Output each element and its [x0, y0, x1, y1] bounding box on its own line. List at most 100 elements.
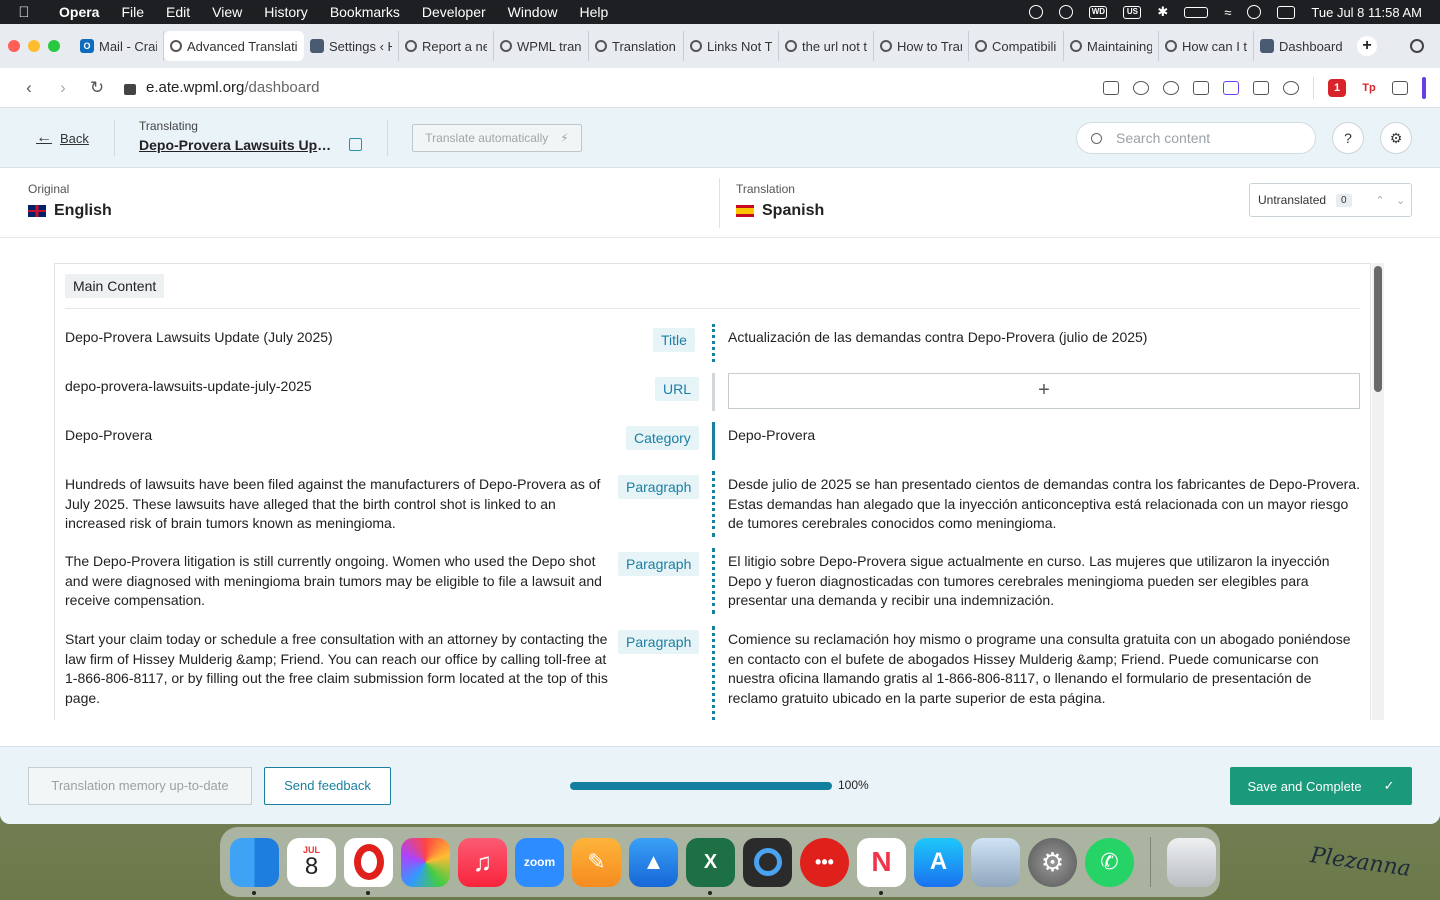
settings-button[interactable]: ⚙ [1380, 122, 1412, 154]
cube-icon[interactable] [1392, 80, 1408, 95]
tab-maintaining[interactable]: Maintaining [1064, 31, 1159, 61]
save-and-complete-button[interactable]: Save and Complete ✓ [1230, 767, 1412, 805]
translate-automatically-button[interactable]: Translate automatically ⚡ [412, 124, 582, 152]
wpml-icon [1070, 40, 1082, 52]
tag-icon[interactable] [1223, 80, 1239, 95]
macos-menubar:  Opera File Edit View History Bookmarks… [0, 0, 1440, 24]
menu-bookmarks[interactable]: Bookmarks [319, 4, 411, 20]
zoom-icon[interactable]: zoom [515, 837, 564, 887]
tab-url-not[interactable]: the url not t [779, 31, 874, 61]
news-icon[interactable]: N [857, 837, 906, 895]
whatsapp-icon[interactable]: ✆ [1085, 837, 1134, 887]
document-title-link[interactable]: Depo-Provera Lawsuits Update (July 2025) [139, 137, 339, 153]
wpml-icon [405, 40, 417, 52]
dashboard-icon [1260, 39, 1274, 53]
menu-lines-icon[interactable] [1253, 80, 1269, 95]
untranslated-filter[interactable]: Untranslated 0 ⌃ ⌄ [1249, 183, 1412, 217]
status-icons: WD US ✱ ≈ Tue Jul 8 11:58 AM [1029, 4, 1440, 20]
target-text[interactable]: Desde julio de 2025 se han presentado ci… [728, 475, 1360, 534]
tab-advanced-translation[interactable]: Advanced Translatio [164, 31, 304, 61]
music-icon[interactable]: ♫ [458, 837, 507, 887]
source-text: Depo-Provera Lawsuits Update (July 2025) [65, 329, 333, 345]
scrollbar-thumb[interactable] [1374, 266, 1382, 392]
chevron-up-icon[interactable]: ⌃ [1370, 194, 1391, 207]
menu-app[interactable]: Opera [48, 4, 110, 20]
browser-window: OMail - Craig Advanced Translatio Settin… [0, 24, 1440, 824]
system-settings-icon[interactable]: ⚙ [1028, 837, 1077, 887]
wd-icon[interactable]: WD [1089, 5, 1108, 19]
search-input[interactable]: Search content [1076, 122, 1316, 154]
opera-icon[interactable] [344, 837, 393, 895]
tab-compatibility[interactable]: Compatibili [969, 31, 1064, 61]
menu-edit[interactable]: Edit [155, 4, 201, 20]
window-controls [8, 40, 60, 52]
preview-icon[interactable] [971, 837, 1020, 887]
target-text[interactable]: El litigio sobre Depo-Provera sigue actu… [728, 552, 1360, 611]
keynote-icon[interactable]: ▲ [629, 837, 678, 887]
send-feedback-button[interactable]: Send feedback [264, 767, 391, 805]
tab-translation[interactable]: Translation [589, 31, 684, 61]
menu-developer[interactable]: Developer [411, 4, 497, 20]
zoom-window-button[interactable] [48, 40, 60, 52]
trash-icon[interactable] [1167, 837, 1216, 887]
photos-icon[interactable] [401, 837, 450, 887]
add-translation-button[interactable]: + [728, 373, 1360, 409]
calendar-icon[interactable]: JUL 8 [287, 837, 336, 887]
tab-report[interactable]: Report a ne [399, 31, 494, 61]
tab-mail[interactable]: OMail - Craig [74, 31, 164, 61]
tab-dashboard[interactable]: Dashboard [1254, 31, 1349, 61]
chevron-down-icon[interactable]: ⌄ [1390, 194, 1411, 207]
close-window-button[interactable] [8, 40, 20, 52]
bluetooth-icon[interactable]: ✱ [1157, 4, 1168, 20]
target-text[interactable]: Comience su reclamación hoy mismo o prog… [728, 630, 1360, 708]
tp-extension-icon[interactable]: Tp [1360, 79, 1378, 97]
wifi-icon[interactable]: ≈ [1224, 5, 1231, 20]
forward-nav-icon[interactable]: › [46, 78, 80, 98]
source-text: Hundreds of lawsuits have been filed aga… [65, 476, 601, 531]
app-store-icon[interactable]: A [914, 837, 963, 887]
back-link[interactable]: ← Back [36, 129, 89, 147]
menu-file[interactable]: File [110, 4, 155, 20]
time-machine-icon[interactable] [1247, 5, 1262, 19]
url-field[interactable]: e.ate.wpml.org/dashboard [146, 79, 319, 96]
tab-search-icon[interactable] [1410, 39, 1424, 53]
battery-icon[interactable] [1184, 6, 1209, 18]
tab-links-not[interactable]: Links Not Tr [684, 31, 779, 61]
profile-icon[interactable] [1283, 80, 1299, 95]
minimize-window-button[interactable] [28, 40, 40, 52]
apple-icon[interactable]:  [0, 4, 48, 21]
help-button[interactable]: ? [1332, 122, 1364, 154]
tracker-icon[interactable] [1059, 5, 1074, 19]
toolbar-divider [1313, 76, 1314, 99]
tab-how-can-i[interactable]: How can I t [1159, 31, 1254, 61]
new-tab-button[interactable]: + [1357, 36, 1377, 56]
sidebar-toggle-icon[interactable] [1422, 76, 1426, 99]
download-icon[interactable] [1193, 80, 1209, 95]
dropbox-icon[interactable] [1029, 5, 1044, 19]
clock[interactable]: Tue Jul 8 11:58 AM [1311, 5, 1422, 20]
finder-icon[interactable] [230, 837, 279, 895]
menu-view[interactable]: View [201, 4, 253, 20]
menu-history[interactable]: History [253, 4, 319, 20]
quicktime-icon[interactable] [743, 837, 792, 887]
target-text[interactable]: Depo-Provera [728, 426, 1360, 446]
menu-help[interactable]: Help [568, 4, 619, 20]
tab-wpml-trans[interactable]: WPML trans [494, 31, 589, 61]
heart-icon[interactable] [1163, 80, 1179, 95]
pages-icon[interactable]: ✎ [572, 837, 621, 887]
tab-settings[interactable]: Settings ‹ H [304, 31, 399, 61]
back-nav-icon[interactable]: ‹ [12, 78, 46, 98]
excel-icon[interactable]: X [686, 837, 735, 895]
camera-icon[interactable] [1103, 80, 1119, 95]
dots-icon[interactable]: ••• [800, 837, 849, 887]
reload-icon[interactable]: ↻ [80, 78, 114, 98]
shield-icon[interactable] [1133, 80, 1149, 95]
input-source-icon[interactable]: US [1123, 5, 1142, 19]
control-center-icon[interactable] [1277, 5, 1296, 19]
target-text[interactable]: Actualización de las demandas contra Dep… [728, 328, 1360, 348]
translation-memory-button[interactable]: Translation memory up-to-date [28, 767, 252, 805]
menu-window[interactable]: Window [497, 4, 569, 20]
tab-how-to-tran[interactable]: How to Tran [874, 31, 969, 61]
extension-badge-icon[interactable]: 1 [1328, 78, 1346, 97]
external-link-icon[interactable] [349, 138, 362, 151]
